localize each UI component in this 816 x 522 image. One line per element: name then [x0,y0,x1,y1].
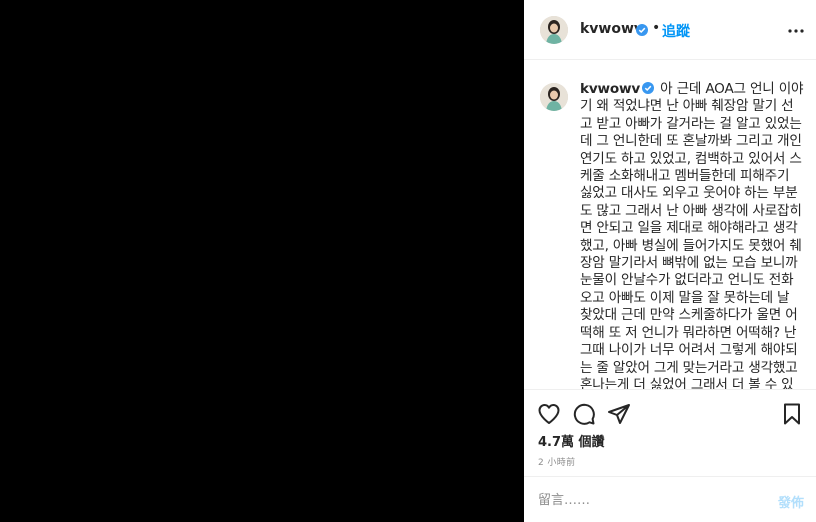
comment-input[interactable] [538,489,758,511]
heart-icon[interactable] [537,402,561,426]
comments-area[interactable]: kvwowv 아 근데 AOA그 언니 이야기 왜 적었냐면 난 아빠 췌장암 … [524,61,816,389]
post-side-panel: kvwowv • 追蹤 kvwowv 아 근데 AOA그 언니 이야기 왜 적었… [524,0,816,522]
username-link[interactable]: kvwowv [580,21,643,37]
avatar[interactable] [540,16,568,44]
share-icon[interactable] [607,402,631,426]
likes-count-link[interactable]: 4.7萬 個讚 [538,431,605,450]
caption-username-link[interactable]: kvwowv [580,81,640,97]
more-options-icon[interactable] [786,21,806,41]
separator-dot: • [652,20,661,36]
comment-icon[interactable] [572,402,596,426]
add-comment-bar: 發佈 [524,476,816,522]
avatar[interactable] [540,83,568,111]
post-header: kvwowv • 追蹤 [524,0,816,60]
bookmark-icon[interactable] [780,402,804,426]
verified-badge-icon [636,24,648,36]
post-timestamp[interactable]: 2 小時前 [538,455,576,468]
follow-button[interactable]: 追蹤 [662,21,690,41]
post-media[interactable] [0,0,524,522]
post-caption: kvwowv 아 근데 AOA그 언니 이야기 왜 적었냐면 난 아빠 췌장암 … [580,81,804,389]
caption-text: 아 근데 AOA그 언니 이야기 왜 적었냐면 난 아빠 췌장암 말기 선고 받… [580,81,804,389]
post-comment-button[interactable]: 發佈 [778,492,804,511]
action-bar [524,389,816,437]
verified-badge-icon [642,82,655,94]
